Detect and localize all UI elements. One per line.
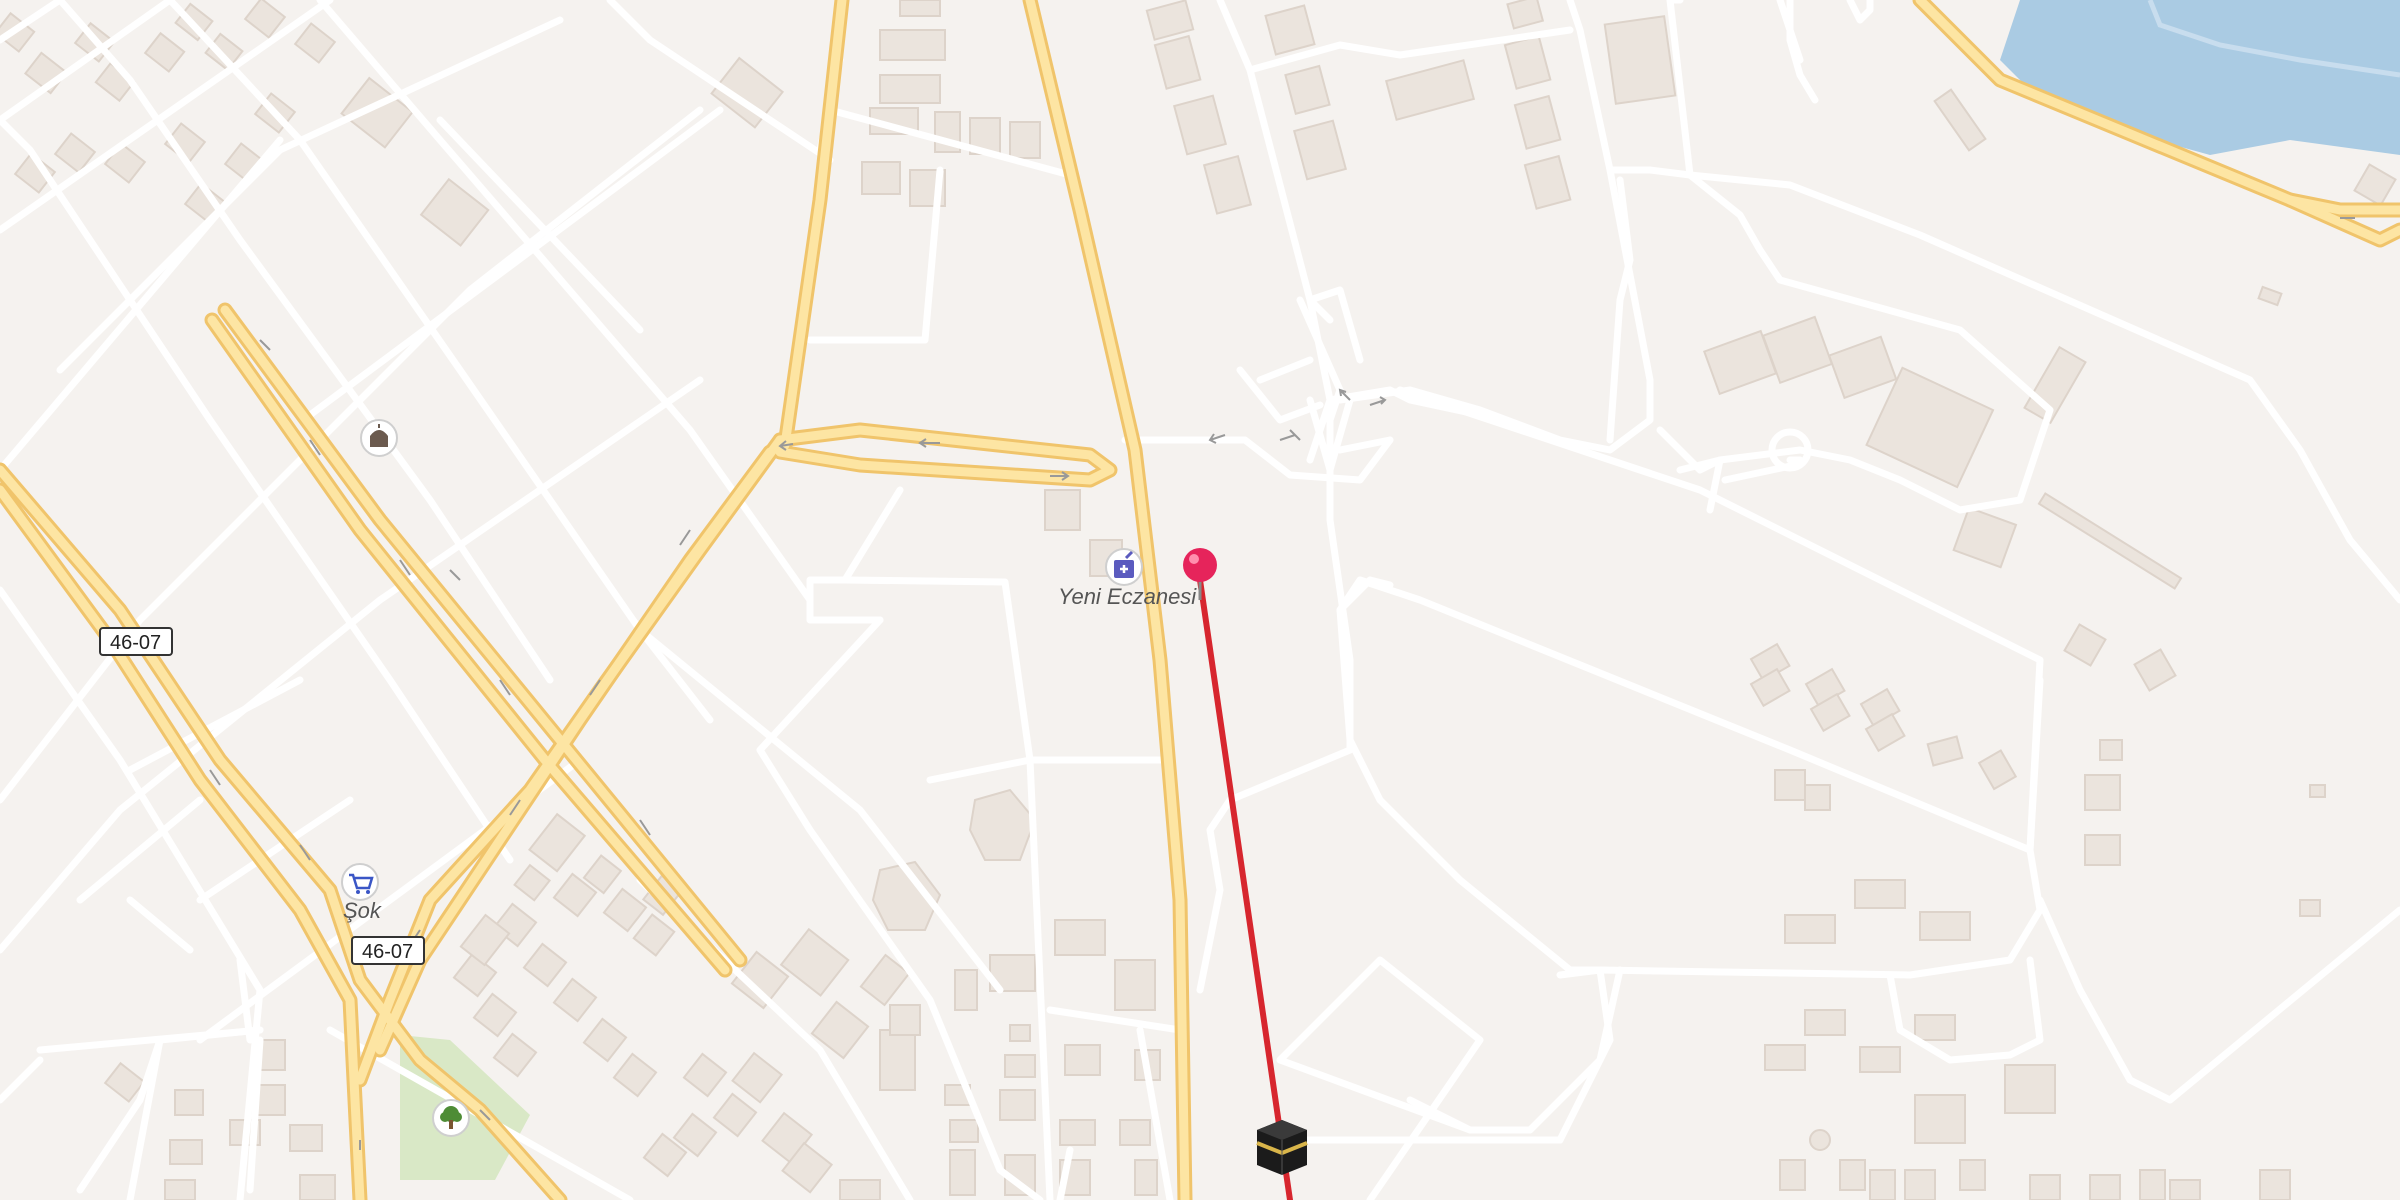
mosque-icon[interactable] bbox=[360, 419, 398, 457]
road-shield-label: 46-07 bbox=[110, 632, 161, 654]
road-shield: 46-07 bbox=[351, 936, 425, 965]
shopping-cart-icon bbox=[341, 863, 379, 901]
kaaba-icon[interactable] bbox=[1256, 1120, 1308, 1175]
pharmacy-label: Yeni Eczanesi bbox=[1058, 584, 1197, 609]
pharmacy-icon bbox=[1105, 548, 1143, 586]
supermarket-label: Şok bbox=[343, 898, 382, 923]
road-shield-label: 46-07 bbox=[362, 941, 413, 963]
road-shield: 46-07 bbox=[99, 627, 173, 656]
map-canvas[interactable]: Yeni Eczanesi Şok 46-07 46-07 bbox=[0, 0, 2400, 1200]
tree-icon[interactable] bbox=[432, 1099, 470, 1137]
